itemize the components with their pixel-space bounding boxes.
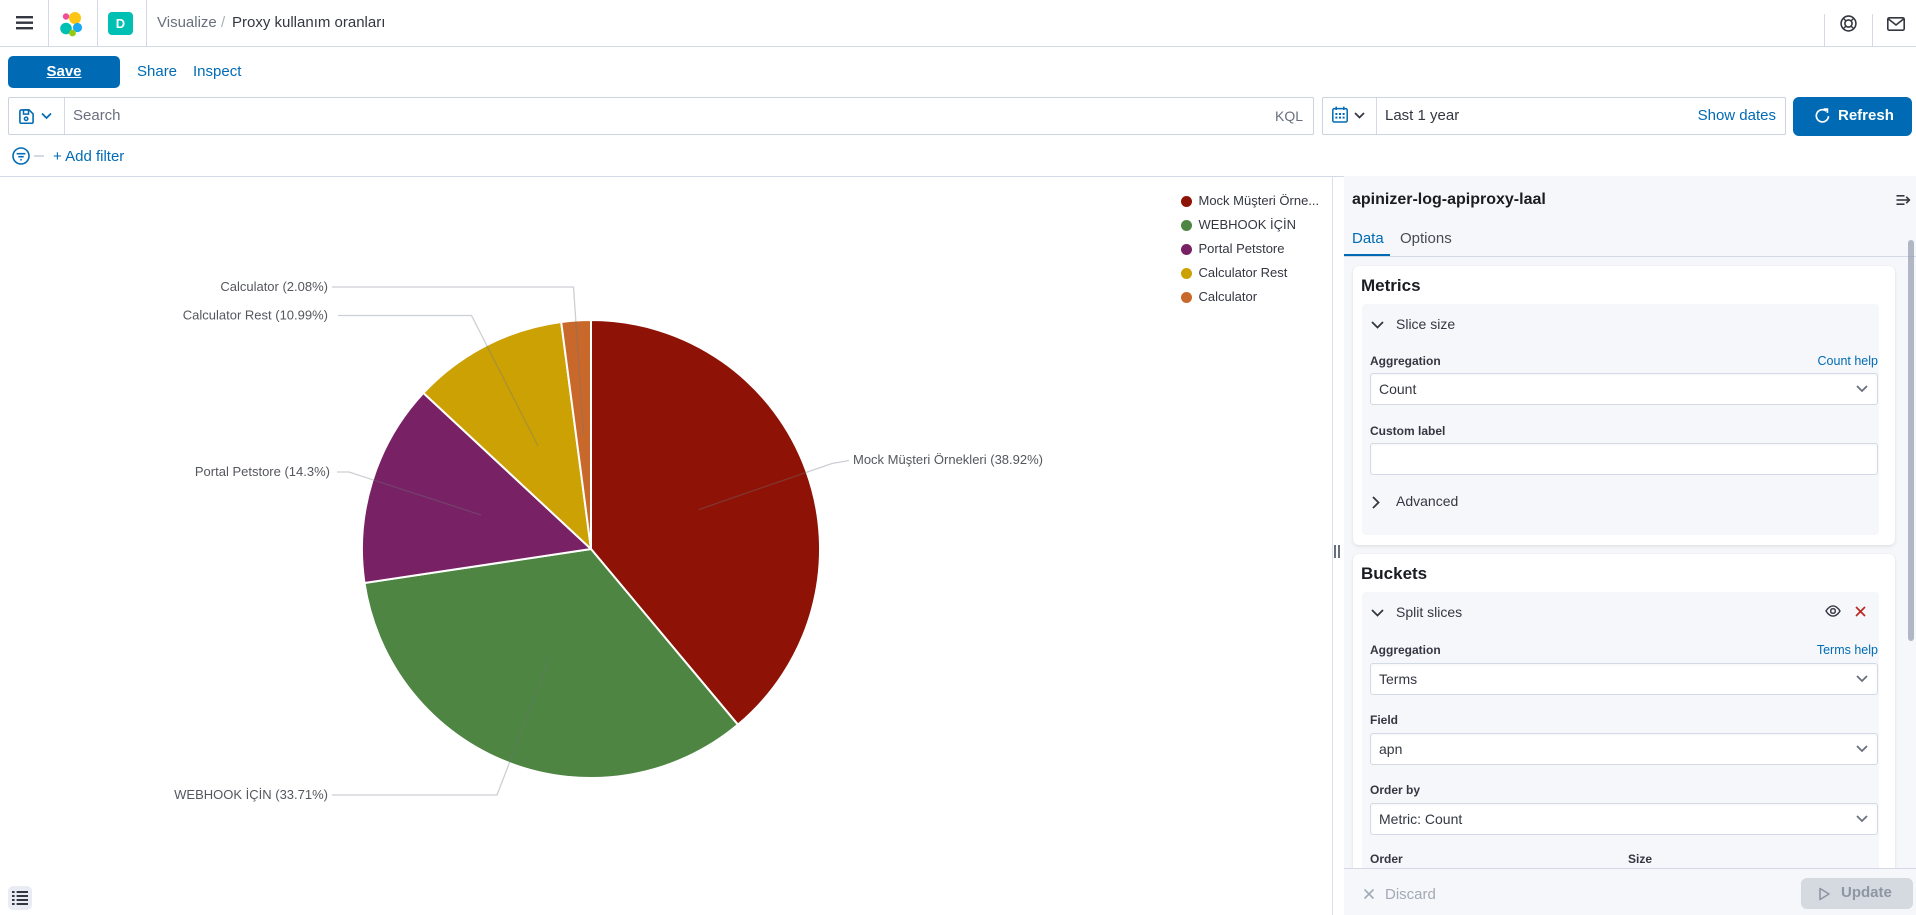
svg-text:Calculator (2.08%): Calculator (2.08%) — [220, 279, 328, 294]
svg-text:Portal Petstore (14.3%): Portal Petstore (14.3%) — [195, 464, 330, 479]
svg-text:Mock Müşteri Örnekleri (38.92%: Mock Müşteri Örnekleri (38.92%) — [853, 452, 1043, 467]
svg-text:Calculator Rest (10.99%): Calculator Rest (10.99%) — [183, 308, 328, 323]
svg-text:WEBHOOK İÇİN (33.71%): WEBHOOK İÇİN (33.71%) — [174, 787, 328, 802]
